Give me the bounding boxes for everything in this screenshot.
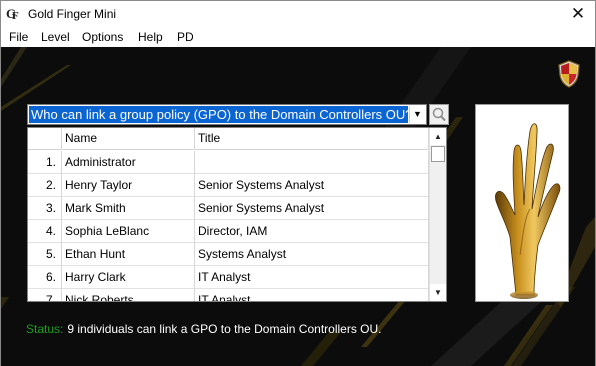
header-title[interactable]: Title — [195, 128, 429, 150]
row-title: Senior Systems Analyst — [195, 197, 429, 220]
table-header: Name Title — [28, 128, 429, 150]
scroll-thumb[interactable] — [431, 146, 445, 162]
app-window: GF Gold Finger Mini ✕ File Level Options… — [0, 0, 596, 366]
row-index: 7. — [28, 289, 62, 301]
row-name: Henry Taylor — [62, 174, 195, 197]
menu-file[interactable]: File — [9, 30, 28, 44]
header-index — [28, 128, 62, 150]
table-row[interactable]: 7. Nick Roberts IT Analyst — [28, 289, 429, 301]
row-title: IT Analyst — [195, 289, 429, 301]
row-title: Director, IAM — [195, 220, 429, 243]
row-index: 2. — [28, 174, 62, 197]
table-row[interactable]: 2. Henry Taylor Senior Systems Analyst — [28, 174, 429, 197]
row-name: Sophia LeBlanc — [62, 220, 195, 243]
table-row[interactable]: 3. Mark Smith Senior Systems Analyst — [28, 197, 429, 220]
menu-level[interactable]: Level — [41, 30, 70, 44]
close-button[interactable]: ✕ — [561, 1, 595, 28]
scroll-up-icon[interactable]: ▲ — [430, 128, 446, 145]
row-name: Ethan Hunt — [62, 243, 195, 266]
header-name[interactable]: Name — [62, 128, 195, 150]
gf-logo-icon: GF — [6, 6, 19, 22]
results-table[interactable]: Name Title 1. Administrator 2. Henry Tay… — [27, 127, 447, 302]
menu-help[interactable]: Help — [138, 30, 163, 44]
row-index: 1. — [28, 151, 62, 174]
chevron-down-icon[interactable]: ▼ — [409, 106, 425, 123]
golden-hand-image — [475, 104, 569, 302]
question-selected[interactable]: Who can link a group policy (GPO) to the… — [29, 106, 408, 123]
shield-logo-icon[interactable] — [557, 60, 581, 88]
menu-options[interactable]: Options — [82, 30, 123, 44]
scroll-down-icon[interactable]: ▼ — [430, 284, 446, 301]
row-index: 6. — [28, 266, 62, 289]
search-icon — [432, 107, 446, 122]
status-line: Status: 9 individuals can link a GPO to t… — [26, 322, 382, 336]
row-name: Mark Smith — [62, 197, 195, 220]
row-name: Nick Roberts — [62, 289, 195, 301]
table-row[interactable]: 4. Sophia LeBlanc Director, IAM — [28, 220, 429, 243]
row-index: 3. — [28, 197, 62, 220]
title-bar[interactable]: GF Gold Finger Mini ✕ — [1, 1, 595, 28]
status-message: 9 individuals can link a GPO to the Doma… — [67, 322, 382, 336]
table-row[interactable]: 5. Ethan Hunt Systems Analyst — [28, 243, 429, 266]
row-title: IT Analyst — [195, 266, 429, 289]
window-title: Gold Finger Mini — [28, 7, 117, 21]
row-index: 5. — [28, 243, 62, 266]
row-name: Administrator — [62, 151, 195, 174]
row-index: 4. — [28, 220, 62, 243]
row-title: Systems Analyst — [195, 243, 429, 266]
table-row[interactable]: 6. Harry Clark IT Analyst — [28, 266, 429, 289]
vertical-scrollbar[interactable]: ▲ ▼ — [429, 128, 446, 301]
menu-pd[interactable]: PD — [177, 30, 194, 44]
row-name: Harry Clark — [62, 266, 195, 289]
table-row[interactable]: 1. Administrator — [28, 151, 429, 174]
question-dropdown[interactable]: Who can link a group policy (GPO) to the… — [27, 104, 427, 125]
row-title — [195, 151, 429, 174]
main-panel: Who can link a group policy (GPO) to the… — [1, 47, 595, 366]
golden-hand-icon — [495, 123, 561, 299]
status-label: Status: — [26, 322, 64, 336]
row-title: Senior Systems Analyst — [195, 174, 429, 197]
search-button[interactable] — [429, 104, 449, 125]
menu-bar: File Level Options Help PD — [1, 28, 595, 47]
